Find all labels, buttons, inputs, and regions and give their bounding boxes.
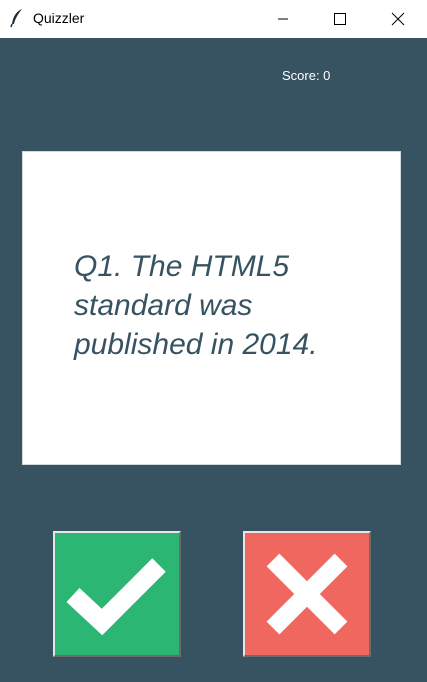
window-title: Quizzler (33, 10, 85, 26)
maximize-button[interactable] (311, 0, 369, 38)
quiz-canvas: Score: 0 Q1. The HTML5 standard was publ… (0, 38, 427, 682)
question-text: Q1. The HTML5 standard was published in … (74, 250, 318, 361)
question-card: Q1. The HTML5 standard was published in … (22, 151, 401, 465)
app-window: Quizzler Score: 0 Q1. The HTML5 standard… (0, 0, 427, 682)
true-button[interactable] (53, 531, 181, 657)
cross-icon (266, 553, 348, 635)
close-icon (391, 12, 405, 26)
maximize-icon (334, 13, 346, 25)
feather-icon (8, 8, 26, 28)
checkmark-icon (66, 558, 166, 636)
false-button[interactable] (243, 531, 371, 657)
title-bar: Quizzler (0, 0, 427, 38)
score-label: Score: 0 (282, 68, 331, 83)
minimize-icon (278, 18, 288, 20)
minimize-button[interactable] (254, 0, 312, 38)
close-button[interactable] (369, 0, 427, 38)
